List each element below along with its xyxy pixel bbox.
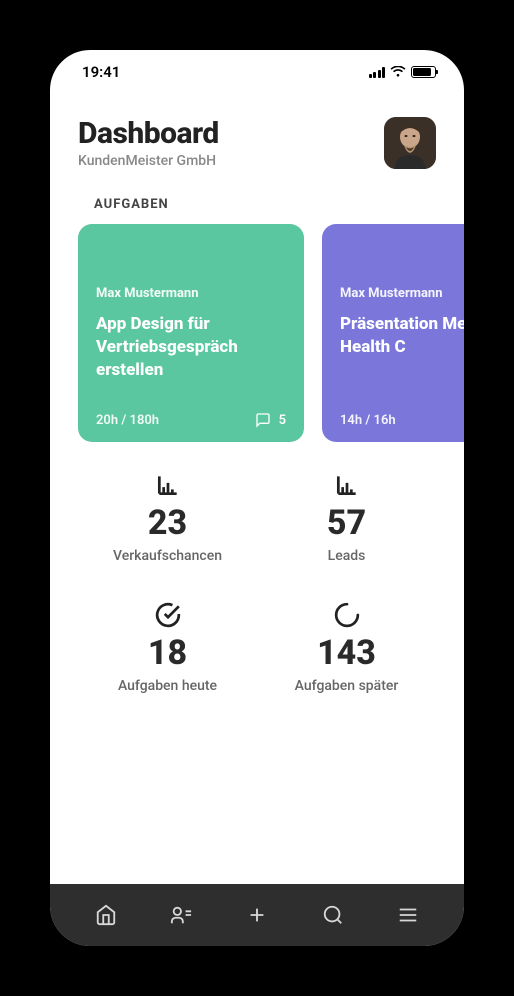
stat-label: Aufgaben heute <box>78 678 257 694</box>
task-owner: Max Mustermann <box>96 286 286 301</box>
task-card[interactable]: Max Mustermann Präsentation Medical Heal… <box>322 224 464 442</box>
home-icon <box>95 904 117 926</box>
nav-home[interactable] <box>88 897 124 933</box>
bottom-nav <box>50 884 464 946</box>
tasks-section-label: AUFGABEN <box>50 169 464 224</box>
task-title: Präsentation Medical Health C <box>340 313 464 401</box>
progress-icon <box>257 602 436 628</box>
battery-icon <box>411 66 436 78</box>
nav-contacts[interactable] <box>163 897 199 933</box>
contacts-icon <box>170 904 192 926</box>
page-subtitle: KundenMeister GmbH <box>78 153 219 169</box>
check-circle-icon <box>78 602 257 628</box>
wifi-icon <box>390 66 406 78</box>
stat-aufgaben-heute[interactable]: 18 Aufgaben heute <box>78 602 257 694</box>
status-indicators <box>369 66 437 78</box>
task-owner: Max Mustermann <box>340 286 464 301</box>
stat-value: 143 <box>257 636 436 670</box>
status-time: 19:41 <box>82 63 120 81</box>
comment-icon <box>255 412 271 428</box>
avatar-image <box>384 117 436 169</box>
task-comments: 5 <box>255 412 286 428</box>
stat-value: 23 <box>78 506 257 540</box>
stat-label: Leads <box>257 548 436 564</box>
stat-verkaufschancen[interactable]: 23 Verkaufschancen <box>78 472 257 564</box>
stats-grid: 23 Verkaufschancen 57 Leads 18 Aufgaben … <box>50 442 464 694</box>
task-comment-count: 5 <box>279 413 286 428</box>
task-hours: 14h / 16h <box>340 413 396 428</box>
plus-icon <box>246 904 268 926</box>
phone-frame: 19:41 Dashboard KundenMeister GmbH <box>50 50 464 946</box>
cellular-icon <box>369 67 386 78</box>
page-title: Dashboard <box>78 116 219 151</box>
status-bar: 19:41 <box>50 50 464 94</box>
stat-value: 57 <box>257 506 436 540</box>
stat-leads[interactable]: 57 Leads <box>257 472 436 564</box>
nav-search[interactable] <box>315 897 351 933</box>
stat-aufgaben-spaeter[interactable]: 143 Aufgaben später <box>257 602 436 694</box>
header: Dashboard KundenMeister GmbH <box>50 94 464 169</box>
task-title: App Design für Vertriebsgespräch erstell… <box>96 313 286 400</box>
stat-value: 18 <box>78 636 257 670</box>
task-card[interactable]: Max Mustermann App Design für Vertriebsg… <box>78 224 304 442</box>
nav-add[interactable] <box>239 897 275 933</box>
stat-label: Aufgaben später <box>257 678 436 694</box>
bar-chart-icon <box>257 472 436 498</box>
task-hours: 20h / 180h <box>96 413 159 428</box>
search-icon <box>322 904 344 926</box>
nav-menu[interactable] <box>390 897 426 933</box>
avatar[interactable] <box>384 117 436 169</box>
stat-label: Verkaufschancen <box>78 548 257 564</box>
menu-icon <box>397 904 419 926</box>
task-cards-row[interactable]: Max Mustermann App Design für Vertriebsg… <box>50 224 464 442</box>
bar-chart-icon <box>78 472 257 498</box>
